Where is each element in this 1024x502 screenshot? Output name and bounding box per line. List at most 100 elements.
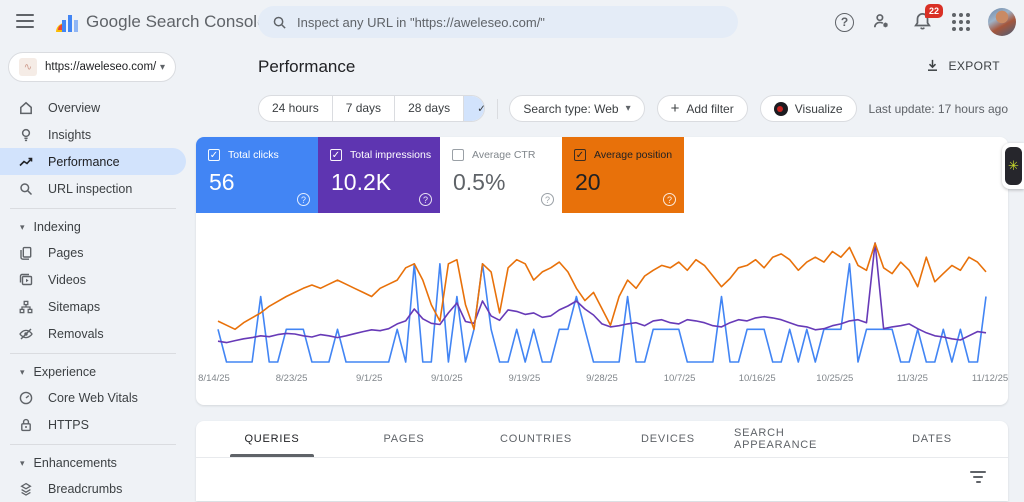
sidebar: ∿ https://aweleseo.com/ ▾ Overview Insig… bbox=[0, 44, 186, 490]
help-circle-icon[interactable]: ? bbox=[663, 193, 676, 206]
checkbox-checked-icon[interactable]: ✓ bbox=[574, 149, 586, 161]
help-circle-icon[interactable]: ? bbox=[419, 193, 432, 206]
metric-value: 56 bbox=[209, 169, 235, 196]
removals-eye-off-icon bbox=[18, 326, 34, 342]
tab-search-appearance[interactable]: SEARCH APPEARANCE bbox=[734, 421, 866, 457]
caret-down-icon: ▾ bbox=[20, 222, 25, 233]
sidebar-divider bbox=[10, 208, 176, 209]
range-3-months-selected[interactable]: ✓3 months bbox=[463, 96, 485, 121]
tab-pages[interactable]: PAGES bbox=[338, 421, 470, 457]
sidebar-section-experience[interactable]: ▾ Experience bbox=[0, 360, 186, 384]
sidebar-item-videos[interactable]: Videos bbox=[0, 266, 186, 293]
tab-countries[interactable]: COUNTRIES bbox=[470, 421, 602, 457]
filter-list-icon[interactable] bbox=[970, 471, 986, 483]
x-tick-label: 9/19/25 bbox=[509, 373, 541, 384]
hamburger-menu-icon[interactable] bbox=[16, 14, 34, 28]
sidebar-section-enhancements[interactable]: ▾ Enhancements bbox=[0, 451, 186, 475]
caret-down-icon: ▾ bbox=[20, 458, 25, 469]
home-icon bbox=[18, 100, 34, 116]
metric-value: 10.2K bbox=[331, 169, 391, 196]
check-icon: ✓ bbox=[477, 103, 485, 115]
videos-icon bbox=[18, 272, 34, 288]
help-circle-icon[interactable]: ? bbox=[541, 193, 554, 206]
search-type-chip[interactable]: Search type: Web ▾ bbox=[509, 95, 644, 122]
sidebar-item-overview[interactable]: Overview bbox=[0, 94, 186, 121]
user-settings-icon[interactable] bbox=[872, 12, 894, 32]
x-tick-label: 9/1/25 bbox=[356, 373, 382, 384]
average-position-card[interactable]: ✓ Average position 20 ? bbox=[562, 137, 684, 213]
lightbulb-icon bbox=[18, 127, 34, 143]
filter-divider bbox=[497, 99, 498, 119]
caret-down-icon: ▾ bbox=[20, 367, 25, 378]
app-title: Google Search Console bbox=[86, 12, 267, 32]
sidebar-item-url-inspection[interactable]: URL inspection bbox=[0, 175, 186, 202]
x-tick-label: 10/16/25 bbox=[739, 373, 776, 384]
url-inspect-searchbar[interactable] bbox=[258, 6, 738, 38]
checkbox-unchecked-icon[interactable] bbox=[452, 149, 464, 161]
sidebar-item-performance[interactable]: Performance bbox=[0, 148, 186, 175]
range-7-days[interactable]: 7 days bbox=[332, 96, 394, 121]
metric-value: 20 bbox=[575, 169, 601, 196]
sidebar-item-core-web-vitals[interactable]: Core Web Vitals bbox=[0, 384, 186, 411]
account-avatar[interactable] bbox=[988, 8, 1016, 36]
total-impressions-card[interactable]: ✓ Total impressions 10.2K ? bbox=[318, 137, 440, 213]
checkbox-checked-icon[interactable]: ✓ bbox=[208, 149, 220, 161]
date-range-segmented-control: 24 hours 7 days 28 days ✓3 months More ▾ bbox=[258, 95, 485, 122]
notifications-bell-icon[interactable]: 22 bbox=[912, 11, 934, 33]
range-24-hours[interactable]: 24 hours bbox=[259, 96, 332, 121]
top-app-bar: Google Search Console ? bbox=[0, 0, 1024, 44]
tab-queries[interactable]: QUERIES bbox=[206, 421, 338, 457]
sidebar-divider bbox=[10, 444, 176, 445]
property-selector[interactable]: ∿ https://aweleseo.com/ ▾ bbox=[8, 52, 176, 82]
speedometer-icon bbox=[18, 390, 34, 406]
caret-down-icon: ▾ bbox=[626, 103, 631, 114]
performance-chart[interactable] bbox=[214, 225, 990, 370]
tab-devices[interactable]: DEVICES bbox=[602, 421, 734, 457]
breadcrumbs-icon bbox=[18, 481, 34, 497]
performance-panel: ✓ Total clicks 56 ? ✓ Total impressions … bbox=[196, 137, 1008, 405]
checkbox-checked-icon[interactable]: ✓ bbox=[330, 149, 342, 161]
x-tick-label: 11/3/25 bbox=[897, 373, 928, 384]
visualize-button[interactable]: Visualize bbox=[760, 95, 857, 122]
x-tick-label: 11/12/25 bbox=[972, 373, 1008, 384]
url-inspect-input[interactable] bbox=[297, 15, 724, 30]
export-button[interactable]: EXPORT bbox=[925, 58, 1000, 73]
help-icon[interactable]: ? bbox=[835, 13, 854, 32]
search-console-logo-icon bbox=[52, 8, 80, 36]
x-tick-label: 9/28/25 bbox=[586, 373, 618, 384]
last-update-text: Last update: 17 hours ago bbox=[869, 102, 1008, 116]
property-favicon: ∿ bbox=[19, 58, 37, 76]
help-circle-icon[interactable]: ? bbox=[297, 193, 310, 206]
sidebar-divider bbox=[10, 353, 176, 354]
search-icon bbox=[272, 15, 287, 30]
extension-asterisk-icon[interactable]: ✳ bbox=[1005, 147, 1022, 185]
average-ctr-card[interactable]: Average CTR 0.5% ? bbox=[440, 137, 562, 213]
magnifier-icon bbox=[18, 181, 34, 197]
x-tick-label: 10/7/25 bbox=[664, 373, 696, 384]
filter-bar: 24 hours 7 days 28 days ✓3 months More ▾… bbox=[258, 95, 1008, 122]
chevron-down-icon: ▾ bbox=[160, 62, 165, 73]
add-filter-chip[interactable]: + Add filter bbox=[657, 95, 748, 122]
metric-value: 0.5% bbox=[453, 169, 505, 196]
google-apps-grid-icon[interactable] bbox=[952, 13, 970, 31]
property-url: https://aweleseo.com/ bbox=[45, 61, 160, 73]
x-tick-label: 9/10/25 bbox=[431, 373, 463, 384]
notification-badge: 22 bbox=[925, 4, 943, 18]
chart-x-axis: 8/14/258/23/259/1/259/10/259/19/259/28/2… bbox=[214, 373, 990, 387]
x-tick-label: 8/23/25 bbox=[276, 373, 308, 384]
range-28-days[interactable]: 28 days bbox=[394, 96, 463, 121]
sidebar-item-https[interactable]: HTTPS bbox=[0, 411, 186, 438]
sidebar-item-removals[interactable]: Removals bbox=[0, 320, 186, 347]
page-title: Performance bbox=[258, 57, 355, 77]
sidebar-item-insights[interactable]: Insights bbox=[0, 121, 186, 148]
total-clicks-card[interactable]: ✓ Total clicks 56 ? bbox=[196, 137, 318, 213]
lock-icon bbox=[18, 417, 34, 433]
sidebar-section-indexing[interactable]: ▾ Indexing bbox=[0, 215, 186, 239]
metric-cards: ✓ Total clicks 56 ? ✓ Total impressions … bbox=[196, 137, 684, 213]
sidebar-item-sitemaps[interactable]: Sitemaps bbox=[0, 293, 186, 320]
sidebar-item-pages[interactable]: Pages bbox=[0, 239, 186, 266]
sitemaps-icon bbox=[18, 299, 34, 315]
dimensions-panel: QUERIES PAGES COUNTRIES DEVICES SEARCH A… bbox=[196, 421, 1008, 501]
sidebar-item-breadcrumbs[interactable]: Breadcrumbs bbox=[0, 475, 186, 502]
tab-dates[interactable]: DATES bbox=[866, 421, 998, 457]
